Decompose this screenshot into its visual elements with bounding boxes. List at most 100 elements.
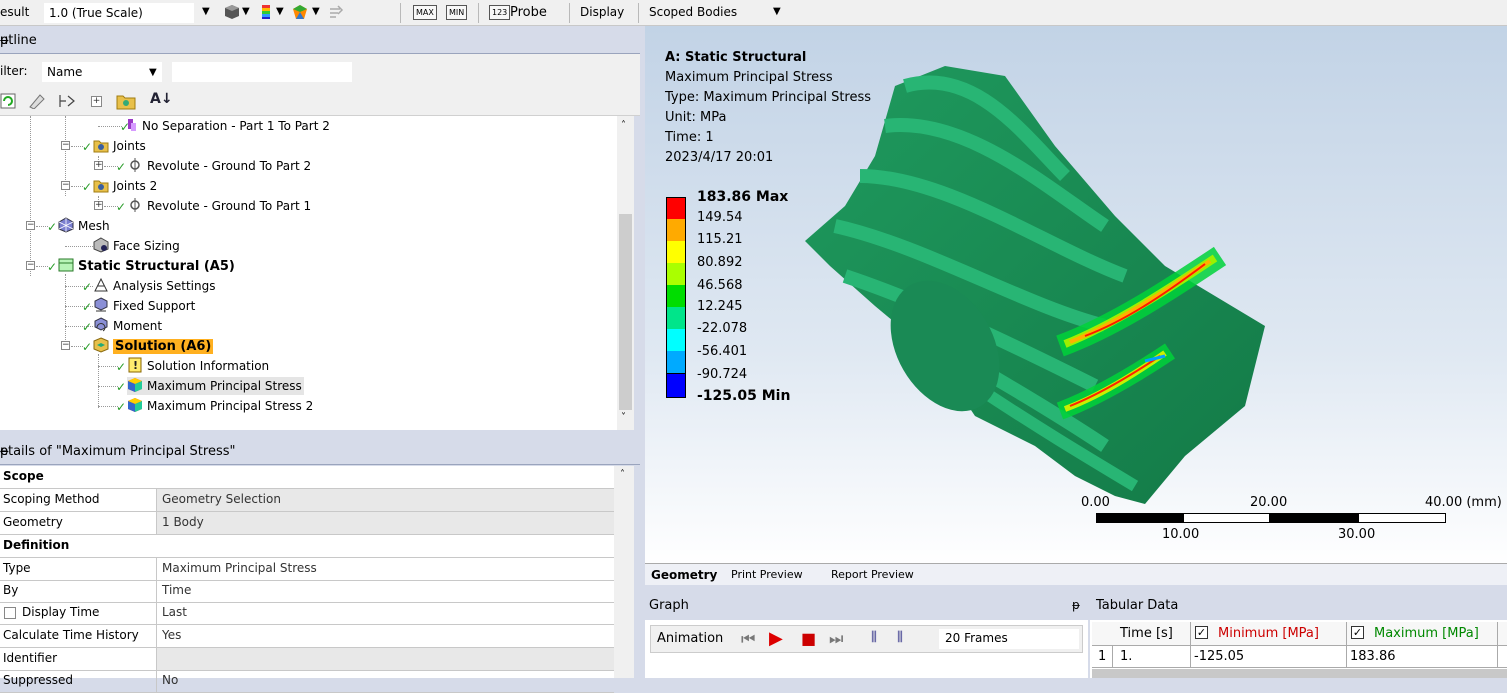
column-header-max[interactable]: Maximum [MPa] [1374, 626, 1479, 641]
viewport-tabs: Geometry Print Preview Report Preview [645, 563, 1507, 585]
top-toolbar: esult 1.0 (True Scale) ▼ ▼ ▼ ▼ MAX MIN 1… [0, 0, 1507, 26]
details-scrollbar[interactable]: ˄ [614, 466, 634, 678]
collapse-icon[interactable]: − [26, 221, 35, 230]
outline-icon-bar: + A↓ [0, 86, 640, 116]
outline-tree: No Separation - Part 1 To Part 2 ✓ − ✓ J… [0, 116, 617, 430]
sort-az-icon[interactable]: A↓ [150, 91, 173, 107]
max-button[interactable]: MAX [413, 5, 437, 20]
details-row[interactable]: Identifier [0, 648, 614, 671]
tabular-header: Tabular Data [1090, 592, 1507, 620]
tree-node-no-separation[interactable]: No Separation - Part 1 To Part 2 [122, 117, 330, 135]
graphics-viewport[interactable]: A: Static Structural Maximum Principal S… [645, 26, 1507, 566]
max-checkbox[interactable]: ✓ [1351, 626, 1364, 639]
result-scale-dropdown[interactable]: 1.0 (True Scale) [44, 3, 194, 23]
svg-text:!: ! [133, 359, 138, 372]
stop-icon[interactable]: ■ [801, 629, 816, 648]
chevron-down-icon[interactable]: ▼ [202, 6, 210, 17]
expand-all-icon[interactable]: + [91, 96, 102, 107]
chevron-down-icon[interactable]: ▼ [773, 6, 781, 17]
filter-type-dropdown[interactable]: Name [42, 62, 162, 82]
chevron-down-icon[interactable]: ▼ [242, 6, 250, 17]
filter-bar: ilter: Name ▼ [0, 54, 640, 86]
vector-icon[interactable] [328, 4, 344, 20]
result-sets-icon[interactable]: ⫼ [897, 630, 903, 645]
pin-icon[interactable]: ᵽ [0, 33, 632, 48]
tree-node-revolute-part1[interactable]: Revolute - Ground To Part 1 [127, 197, 311, 215]
previous-frame-icon[interactable]: ⏮ [741, 629, 755, 649]
clear-icon[interactable] [28, 93, 46, 109]
details-row[interactable]: Calculate Time History Yes [0, 625, 614, 648]
contour-bands-icon[interactable] [258, 4, 274, 20]
min-checkbox[interactable]: ✓ [1195, 626, 1208, 639]
details-row[interactable]: Scoping Method Geometry Selection [0, 489, 614, 512]
table-row[interactable]: 1 1. -125.05 183.86 [1092, 646, 1507, 668]
expand-icon[interactable]: + [94, 201, 103, 210]
collapse-icon[interactable]: − [61, 141, 70, 150]
moment-icon [94, 317, 108, 332]
scale-bar-segment [1183, 513, 1270, 523]
filter-search-input[interactable] [172, 62, 352, 82]
tree-node-fixed-support[interactable]: Fixed Support [93, 297, 195, 315]
tab-report-preview[interactable]: Report Preview [831, 568, 914, 581]
collapse-icon[interactable]: − [61, 341, 70, 350]
details-row[interactable]: Suppressed No [0, 670, 614, 693]
expand-icon[interactable]: + [94, 161, 103, 170]
result-unit: Unit: MPa [665, 110, 727, 125]
tab-print-preview[interactable]: Print Preview [731, 568, 803, 581]
expand-tree-icon[interactable] [58, 93, 76, 109]
legend-label: -125.05 Min [697, 388, 791, 404]
tree-node-revolute-part2[interactable]: Revolute - Ground To Part 2 [127, 157, 311, 175]
display-label: Display [580, 5, 625, 19]
graph-header: Graph ᵽ [645, 592, 1088, 620]
tree-node-solution-information[interactable]: ! Solution Information [127, 357, 269, 375]
legend-label: 115.21 [697, 232, 743, 247]
tree-scrollbar-thumb[interactable] [619, 214, 632, 410]
frames-dropdown[interactable]: 20 Frames [939, 629, 1079, 649]
tree-node-max-principal-stress[interactable]: Maximum Principal Stress [127, 377, 304, 395]
filter-label: ilter: [0, 64, 28, 78]
pin-icon[interactable]: ᵽ [1072, 598, 1080, 612]
edges-icon[interactable] [292, 4, 308, 20]
legend-label: 12.245 [697, 299, 743, 314]
cube-display-icon[interactable] [224, 4, 240, 20]
chevron-down-icon[interactable]: ▼ [312, 6, 320, 17]
refresh-icon[interactable] [0, 93, 16, 109]
column-header-min[interactable]: Minimum [MPa] [1218, 626, 1319, 641]
tree-node-mesh[interactable]: Mesh [58, 217, 110, 235]
tree-scrollbar[interactable]: ˄ ˅ [617, 116, 634, 430]
tree-node-joints[interactable]: Joints [93, 137, 146, 155]
chevron-down-icon[interactable]: ▼ [276, 6, 284, 17]
joints-folder-icon [93, 140, 109, 153]
tab-geometry[interactable]: Geometry [651, 568, 717, 582]
tree-node-moment[interactable]: Moment [93, 317, 162, 335]
tree-node-solution[interactable]: Solution (A6) [93, 337, 214, 355]
animation-toolbar: Animation ⏮ ▶ ■ ⏭ ⫼ ⫼ 20 Frames [650, 625, 1083, 653]
display-scope-dropdown[interactable]: Scoped Bodies [645, 3, 765, 23]
play-icon[interactable]: ▶ [769, 628, 783, 649]
pin-icon[interactable]: ᵽ [0, 444, 632, 459]
result-label: esult [0, 5, 30, 19]
tree-node-max-principal-stress-2[interactable]: Maximum Principal Stress 2 [127, 397, 313, 415]
details-row[interactable]: Display Time Last [0, 602, 614, 625]
tree-node-face-sizing[interactable]: Face Sizing [93, 237, 180, 255]
tree-node-analysis-settings[interactable]: Analysis Settings [93, 277, 215, 295]
scale-label: 30.00 [1338, 527, 1376, 542]
details-row[interactable]: Type Maximum Principal Stress [0, 558, 614, 581]
details-row[interactable]: By Time [0, 580, 614, 603]
details-section-scope: Scope [0, 466, 614, 489]
probe-icon[interactable]: 123 [489, 5, 511, 20]
details-row[interactable]: Geometry 1 Body [0, 512, 614, 535]
tree-node-joints-2[interactable]: Joints 2 [93, 177, 157, 195]
distributed-frames-icon[interactable]: ⫼ [871, 630, 877, 645]
collapse-icon[interactable]: − [26, 261, 35, 270]
display-time-checkbox[interactable] [4, 607, 16, 619]
folder-icon[interactable] [116, 92, 136, 110]
collapse-icon[interactable]: − [61, 181, 70, 190]
chevron-down-icon[interactable]: ▼ [149, 67, 157, 78]
min-button[interactable]: MIN [446, 5, 468, 20]
next-frame-icon[interactable]: ⏭ [829, 629, 843, 649]
probe-button[interactable]: Probe [510, 5, 547, 20]
column-header-time[interactable]: Time [s] [1120, 626, 1173, 641]
scale-label: 0.00 [1081, 495, 1110, 510]
tree-node-static-structural[interactable]: Static Structural (A5) [58, 257, 235, 275]
